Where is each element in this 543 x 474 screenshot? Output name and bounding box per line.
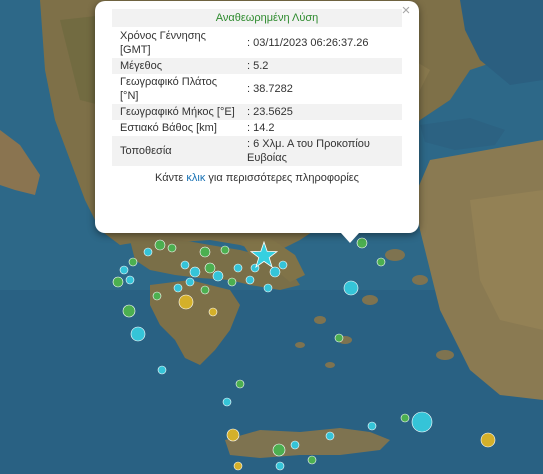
quake-marker	[275, 461, 285, 471]
event-details-table: Χρόνος Γέννησης [GMT] : 03/11/2023 06:26…	[112, 28, 402, 166]
longitude-label: Γεωγραφικό Μήκος [°E]	[112, 104, 239, 120]
quake-marker	[178, 294, 194, 310]
quake-marker	[222, 397, 232, 407]
origin-time-value: : 03/11/2023 06:26:37.26	[247, 37, 369, 49]
quake-marker	[226, 428, 240, 442]
quake-marker	[325, 431, 335, 441]
footer-text-before: Κάντε	[155, 172, 187, 184]
table-row: Εστιακό Βάθος [km] : 14.2	[112, 120, 402, 136]
footer-text-after: για περισσότερες πληροφορίες	[205, 172, 359, 184]
quake-marker	[199, 246, 211, 258]
quake-marker	[220, 245, 230, 255]
quake-marker	[367, 421, 377, 431]
quake-marker	[204, 262, 216, 274]
quake-marker	[143, 247, 153, 257]
quake-marker	[278, 260, 288, 270]
quake-marker	[119, 265, 129, 275]
magnitude-label: Μέγεθος	[112, 58, 239, 74]
quake-marker	[152, 291, 162, 301]
quake-marker	[307, 455, 317, 465]
quake-marker	[235, 379, 245, 389]
quake-marker	[112, 276, 124, 288]
quake-marker	[208, 307, 218, 317]
location-value: : 6 Χλμ. Α του Προκοπίου Ευβοίας	[239, 136, 402, 166]
depth-value: : 14.2	[247, 122, 275, 134]
more-info-link[interactable]: κλικ	[186, 172, 205, 184]
quake-marker	[200, 285, 210, 295]
quake-marker	[233, 263, 243, 273]
table-row: Μέγεθος : 5.2	[112, 58, 402, 74]
quake-marker	[263, 283, 273, 293]
quake-marker	[233, 461, 243, 471]
quake-marker	[157, 365, 167, 375]
quake-marker	[189, 266, 201, 278]
quake-marker	[334, 333, 344, 343]
close-icon[interactable]: ×	[398, 3, 414, 19]
quake-marker	[185, 277, 195, 287]
location-label: Τοποθεσία	[112, 136, 239, 166]
longitude-value: : 23.5625	[239, 104, 402, 120]
quake-marker	[227, 277, 237, 287]
quake-marker	[272, 443, 286, 457]
quake-marker	[212, 270, 224, 282]
quake-marker	[376, 257, 386, 267]
quake-marker	[173, 283, 183, 293]
origin-time-label: Χρόνος Γέννησης [GMT]	[120, 30, 206, 56]
popup-tail	[341, 233, 359, 243]
latitude-value: : 38.7282	[247, 83, 293, 95]
event-popup: × Αναθεωρημένη Λύση Χρόνος Γέννησης [GMT…	[95, 1, 419, 243]
quake-marker	[167, 243, 177, 253]
quake-marker	[245, 275, 255, 285]
latitude-label: Γεωγραφικό Πλάτος [°N]	[120, 76, 218, 102]
table-row: Χρόνος Γέννησης [GMT] : 03/11/2023 06:26…	[112, 28, 402, 58]
quake-marker	[130, 326, 146, 342]
quake-marker	[480, 432, 496, 448]
quake-marker	[125, 275, 135, 285]
table-row: Γεωγραφικό Πλάτος [°N] : 38.7282	[112, 74, 402, 104]
popup-footer: Κάντε κλικ για περισσότερες πληροφορίες	[112, 172, 402, 184]
popup-title: Αναθεωρημένη Λύση	[112, 9, 402, 27]
quake-marker	[269, 266, 281, 278]
depth-label: Εστιακό Βάθος [km]	[120, 122, 217, 134]
quake-marker	[154, 239, 166, 251]
table-row: Γεωγραφικό Μήκος [°E] : 23.5625	[112, 104, 402, 120]
quake-marker	[411, 411, 433, 433]
quake-marker	[400, 413, 410, 423]
quake-marker	[290, 440, 300, 450]
quake-marker	[128, 257, 138, 267]
quake-marker	[180, 260, 190, 270]
quake-marker	[122, 304, 136, 318]
table-row: Τοποθεσία : 6 Χλμ. Α του Προκοπίου Ευβοί…	[112, 136, 402, 166]
quake-marker	[343, 280, 359, 296]
magnitude-value: : 5.2	[239, 58, 402, 74]
